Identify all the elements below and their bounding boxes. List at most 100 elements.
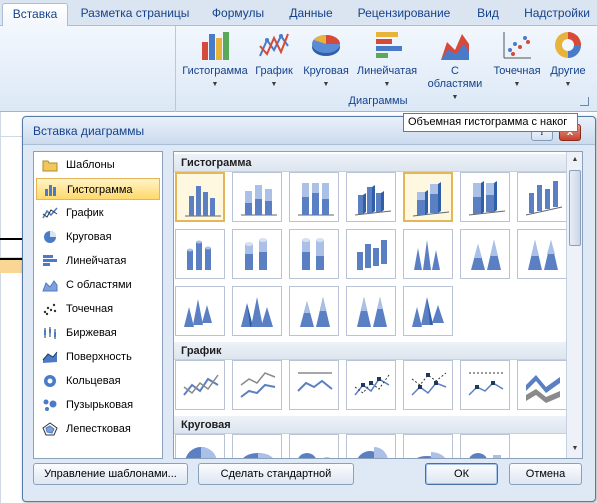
chart-type-pie[interactable] bbox=[175, 434, 225, 458]
dropdown-arrow-icon: ▼ bbox=[211, 81, 219, 88]
ribbon-area-button[interactable]: С областями ▼ bbox=[424, 28, 486, 101]
category-doughnut[interactable]: Кольцевая bbox=[36, 370, 160, 392]
ribbon-line-button[interactable]: График ▼ bbox=[252, 28, 296, 94]
ribbon-bar-button[interactable]: Линейчатая ▼ bbox=[354, 28, 420, 94]
scroll-thumb[interactable] bbox=[569, 170, 581, 246]
chart-type-bar-of-pie[interactable] bbox=[460, 434, 510, 458]
chart-type-stacked-cylinder[interactable] bbox=[232, 229, 282, 279]
chart-type-clustered-cone[interactable] bbox=[403, 229, 453, 279]
chart-type-3d-stacked-column[interactable] bbox=[403, 172, 453, 222]
tab-formulas[interactable]: Формулы bbox=[204, 3, 272, 26]
category-label: Круговая bbox=[66, 231, 112, 243]
gallery-scrollbar[interactable]: ▲ ▼ bbox=[566, 152, 582, 458]
chart-type-3d-cylinder[interactable] bbox=[346, 229, 396, 279]
chart-type-3d-cone[interactable] bbox=[175, 286, 225, 336]
chart-type-3d-exploded-pie[interactable] bbox=[403, 434, 453, 458]
tab-page-layout[interactable]: Разметка страницы bbox=[74, 3, 196, 26]
tab-review[interactable]: Рецензирование bbox=[350, 3, 458, 26]
chart-type-stacked-cone[interactable] bbox=[460, 229, 510, 279]
chart-type-line-markers[interactable] bbox=[346, 360, 396, 410]
ok-button[interactable]: ОК bbox=[425, 463, 498, 485]
chart-type-stacked-column[interactable] bbox=[232, 172, 282, 222]
ribbon-column-button[interactable]: Гистограмма ▼ bbox=[180, 28, 250, 94]
category-label: Лепестковая bbox=[66, 423, 131, 435]
chart-type-exploded-pie[interactable] bbox=[346, 434, 396, 458]
chart-type-3d-100-stacked-column[interactable] bbox=[460, 172, 510, 222]
scroll-down-icon[interactable]: ▼ bbox=[568, 442, 582, 456]
ribbon-column-label: Гистограмма bbox=[182, 65, 248, 77]
pie-chart-icon bbox=[44, 231, 56, 243]
section-pie-header: Круговая bbox=[174, 416, 566, 434]
ribbon-scatter-button[interactable]: Точечная ▼ bbox=[488, 28, 546, 94]
cell-border bbox=[0, 258, 22, 260]
ribbon-pie-button[interactable]: Круговая ▼ bbox=[298, 28, 354, 94]
surface-chart-icon bbox=[42, 351, 58, 363]
pie-chart-icon bbox=[312, 35, 340, 56]
chart-type-clustered-column[interactable] bbox=[175, 172, 225, 222]
bar-chart-icon bbox=[376, 32, 402, 58]
category-pie[interactable]: Круговая bbox=[36, 226, 160, 248]
category-bar[interactable]: Линейчатая bbox=[36, 250, 160, 272]
chart-type-100-stacked-line-markers[interactable] bbox=[460, 360, 510, 410]
folder-icon bbox=[42, 160, 58, 172]
category-surface[interactable]: Поверхность bbox=[36, 346, 160, 368]
category-label: Биржевая bbox=[66, 327, 117, 339]
area-chart-icon bbox=[441, 34, 469, 60]
tab-addins[interactable]: Надстройки bbox=[518, 3, 596, 26]
category-radar[interactable]: Лепестковая bbox=[36, 418, 160, 440]
category-label: График bbox=[66, 207, 104, 219]
tab-view[interactable]: Вид bbox=[466, 3, 510, 26]
chart-type-3d-column[interactable] bbox=[517, 172, 567, 222]
ribbon-bar-label: Линейчатая bbox=[356, 65, 418, 77]
tab-insert[interactable]: Вставка bbox=[2, 3, 68, 26]
category-area[interactable]: С областями bbox=[36, 274, 160, 296]
scatter-chart-icon bbox=[43, 303, 57, 316]
ribbon-group-left bbox=[0, 26, 176, 112]
chart-type-stacked-pyramid[interactable] bbox=[289, 286, 339, 336]
section-line-header: График bbox=[174, 342, 566, 360]
chart-type-100-stacked-column[interactable] bbox=[289, 172, 339, 222]
chart-type-3d-pie[interactable] bbox=[232, 434, 282, 458]
chart-type-stacked-line-markers[interactable] bbox=[403, 360, 453, 410]
set-as-default-button[interactable]: Сделать стандартной bbox=[198, 463, 354, 485]
chart-type-100-stacked-cone[interactable] bbox=[517, 229, 567, 279]
ribbon-other-label: Другие bbox=[550, 65, 586, 77]
ribbon-other-button[interactable]: Другие ▼ bbox=[546, 28, 590, 94]
dropdown-arrow-icon: ▼ bbox=[513, 81, 521, 88]
category-label: С областями bbox=[66, 279, 132, 291]
area-chart-icon bbox=[42, 280, 58, 292]
cancel-button[interactable]: Отмена bbox=[509, 463, 582, 485]
category-scatter[interactable]: Точечная bbox=[36, 298, 160, 320]
bar-chart-icon bbox=[43, 255, 57, 266]
category-column[interactable]: Гистограмма bbox=[36, 178, 160, 200]
dropdown-arrow-icon: ▼ bbox=[564, 81, 572, 88]
chart-type-line[interactable] bbox=[175, 360, 225, 410]
chart-type-3d-line[interactable] bbox=[517, 360, 567, 410]
tab-data[interactable]: Данные bbox=[280, 3, 342, 26]
dialog-launcher-icon[interactable] bbox=[580, 97, 589, 106]
dropdown-arrow-icon: ▼ bbox=[270, 81, 278, 88]
scroll-up-icon[interactable]: ▲ bbox=[568, 153, 582, 167]
chart-type-100-stacked-pyramid[interactable] bbox=[346, 286, 396, 336]
chart-type-3d-pyramid[interactable] bbox=[403, 286, 453, 336]
doughnut-chart-icon bbox=[44, 375, 56, 387]
column-chart-icon bbox=[45, 185, 56, 196]
chart-type-clustered-pyramid[interactable] bbox=[232, 286, 282, 336]
chart-type-stacked-line[interactable] bbox=[232, 360, 282, 410]
chart-type-3d-clustered-column[interactable] bbox=[346, 172, 396, 222]
chart-type-100-stacked-cylinder[interactable] bbox=[289, 229, 339, 279]
category-label: Кольцевая bbox=[66, 375, 121, 387]
category-label: Гистограмма bbox=[67, 184, 133, 196]
category-line[interactable]: График bbox=[36, 202, 160, 224]
chart-type-tooltip: Объемная гистограмма с наког bbox=[403, 113, 578, 132]
category-templates[interactable]: Шаблоны bbox=[36, 154, 160, 176]
category-stock[interactable]: Биржевая bbox=[36, 322, 160, 344]
ribbon-scatter-label: Точечная bbox=[493, 65, 541, 77]
ribbon-line-label: График bbox=[255, 65, 293, 77]
category-bubble[interactable]: Пузырьковая bbox=[36, 394, 160, 416]
radar-chart-icon bbox=[42, 422, 58, 436]
chart-type-100-stacked-line[interactable] bbox=[289, 360, 339, 410]
chart-type-clustered-cylinder[interactable] bbox=[175, 229, 225, 279]
chart-type-pie-of-pie[interactable] bbox=[289, 434, 339, 458]
manage-templates-button[interactable]: Управление шаблонами... bbox=[33, 463, 188, 485]
